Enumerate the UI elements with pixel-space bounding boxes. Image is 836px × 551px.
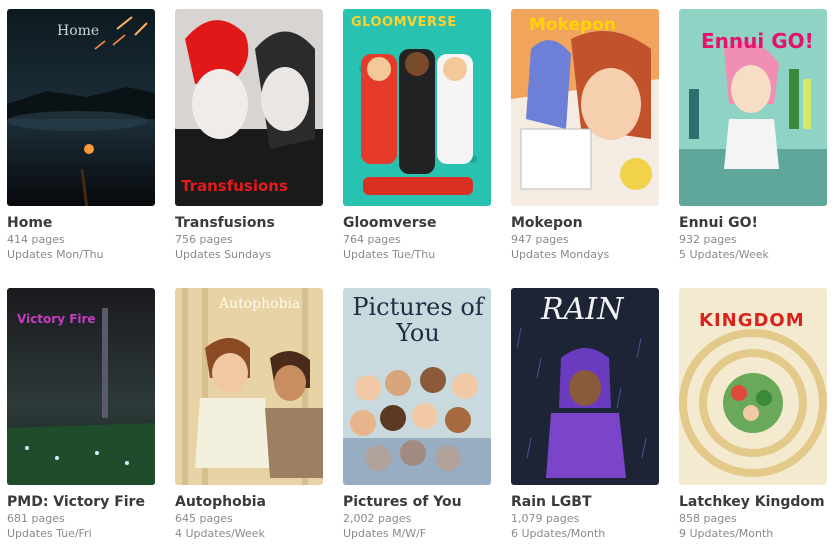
update-schedule: 4 Updates/Week xyxy=(175,527,265,540)
comic-cover[interactable]: Transfusions xyxy=(175,9,323,206)
comic-cover[interactable]: RAIN xyxy=(511,288,659,485)
cover-title: Victory Fire xyxy=(17,312,96,326)
update-schedule: Updates Tue/Thu xyxy=(343,248,436,261)
comic-cover[interactable]: Pictures of You xyxy=(343,288,491,485)
page-count: 756 pages xyxy=(175,233,233,246)
update-schedule: Updates Mondays xyxy=(511,248,610,261)
comic-title[interactable]: Ennui GO! xyxy=(679,214,836,232)
cover-title: GLOOMVERSE xyxy=(351,15,457,30)
cover-title: Home xyxy=(57,23,100,39)
cover-title: Pictures of You xyxy=(352,293,484,347)
comic-cover[interactable]: Ennui GO! xyxy=(679,9,827,206)
cover-title: RAIN xyxy=(541,292,624,327)
update-schedule: Updates Mon/Thu xyxy=(7,248,104,261)
update-schedule: 9 Updates/Month xyxy=(679,527,774,540)
page-count: 947 pages xyxy=(511,233,569,246)
page-count: 764 pages xyxy=(343,233,401,246)
comic-title[interactable]: Latchkey Kingdom xyxy=(679,493,836,511)
cover-title: Mokepon xyxy=(529,15,616,35)
comic-cover[interactable]: Victory Fire xyxy=(7,288,155,485)
comic-title[interactable]: Home xyxy=(7,214,167,232)
comic-title[interactable]: Transfusions xyxy=(175,214,335,232)
comic-cover[interactable]: GLOOMVERSE xyxy=(343,9,491,206)
comic-cover[interactable]: KINGDOM xyxy=(679,288,827,485)
update-schedule: 5 Updates/Week xyxy=(679,248,769,261)
page-count: 932 pages xyxy=(679,233,737,246)
comic-title[interactable]: Rain LGBT xyxy=(511,493,671,511)
page-count: 1,079 pages xyxy=(511,512,580,525)
comic-grid: Home Home 414 pages Updates Mon/Thu Tran… xyxy=(0,0,836,551)
comic-cover[interactable]: Home xyxy=(7,9,155,206)
page-count: 645 pages xyxy=(175,512,233,525)
page-count: 681 pages xyxy=(7,512,65,525)
comic-title[interactable]: Autophobia xyxy=(175,493,335,511)
page-count: 858 pages xyxy=(679,512,737,525)
comic-cover[interactable]: Autophobia xyxy=(175,288,323,485)
update-schedule: Updates Tue/Fri xyxy=(7,527,92,540)
cover-title: Ennui GO! xyxy=(701,29,814,53)
comic-title[interactable]: Gloomverse xyxy=(343,214,503,232)
update-schedule: Updates M/W/F xyxy=(343,527,427,540)
page-count: 414 pages xyxy=(7,233,65,246)
comic-cover[interactable]: Mokepon xyxy=(511,9,659,206)
update-schedule: Updates Sundays xyxy=(175,248,271,261)
cover-title: Autophobia xyxy=(219,296,301,312)
cover-title: KINGDOM xyxy=(699,310,805,331)
comic-title[interactable]: Pictures of You xyxy=(343,493,503,511)
comic-title[interactable]: Mokepon xyxy=(511,214,671,232)
page-count: 2,002 pages xyxy=(343,512,412,525)
update-schedule: 6 Updates/Month xyxy=(511,527,606,540)
cover-title: Transfusions xyxy=(181,177,288,195)
comic-title[interactable]: PMD: Victory Fire xyxy=(7,493,167,511)
